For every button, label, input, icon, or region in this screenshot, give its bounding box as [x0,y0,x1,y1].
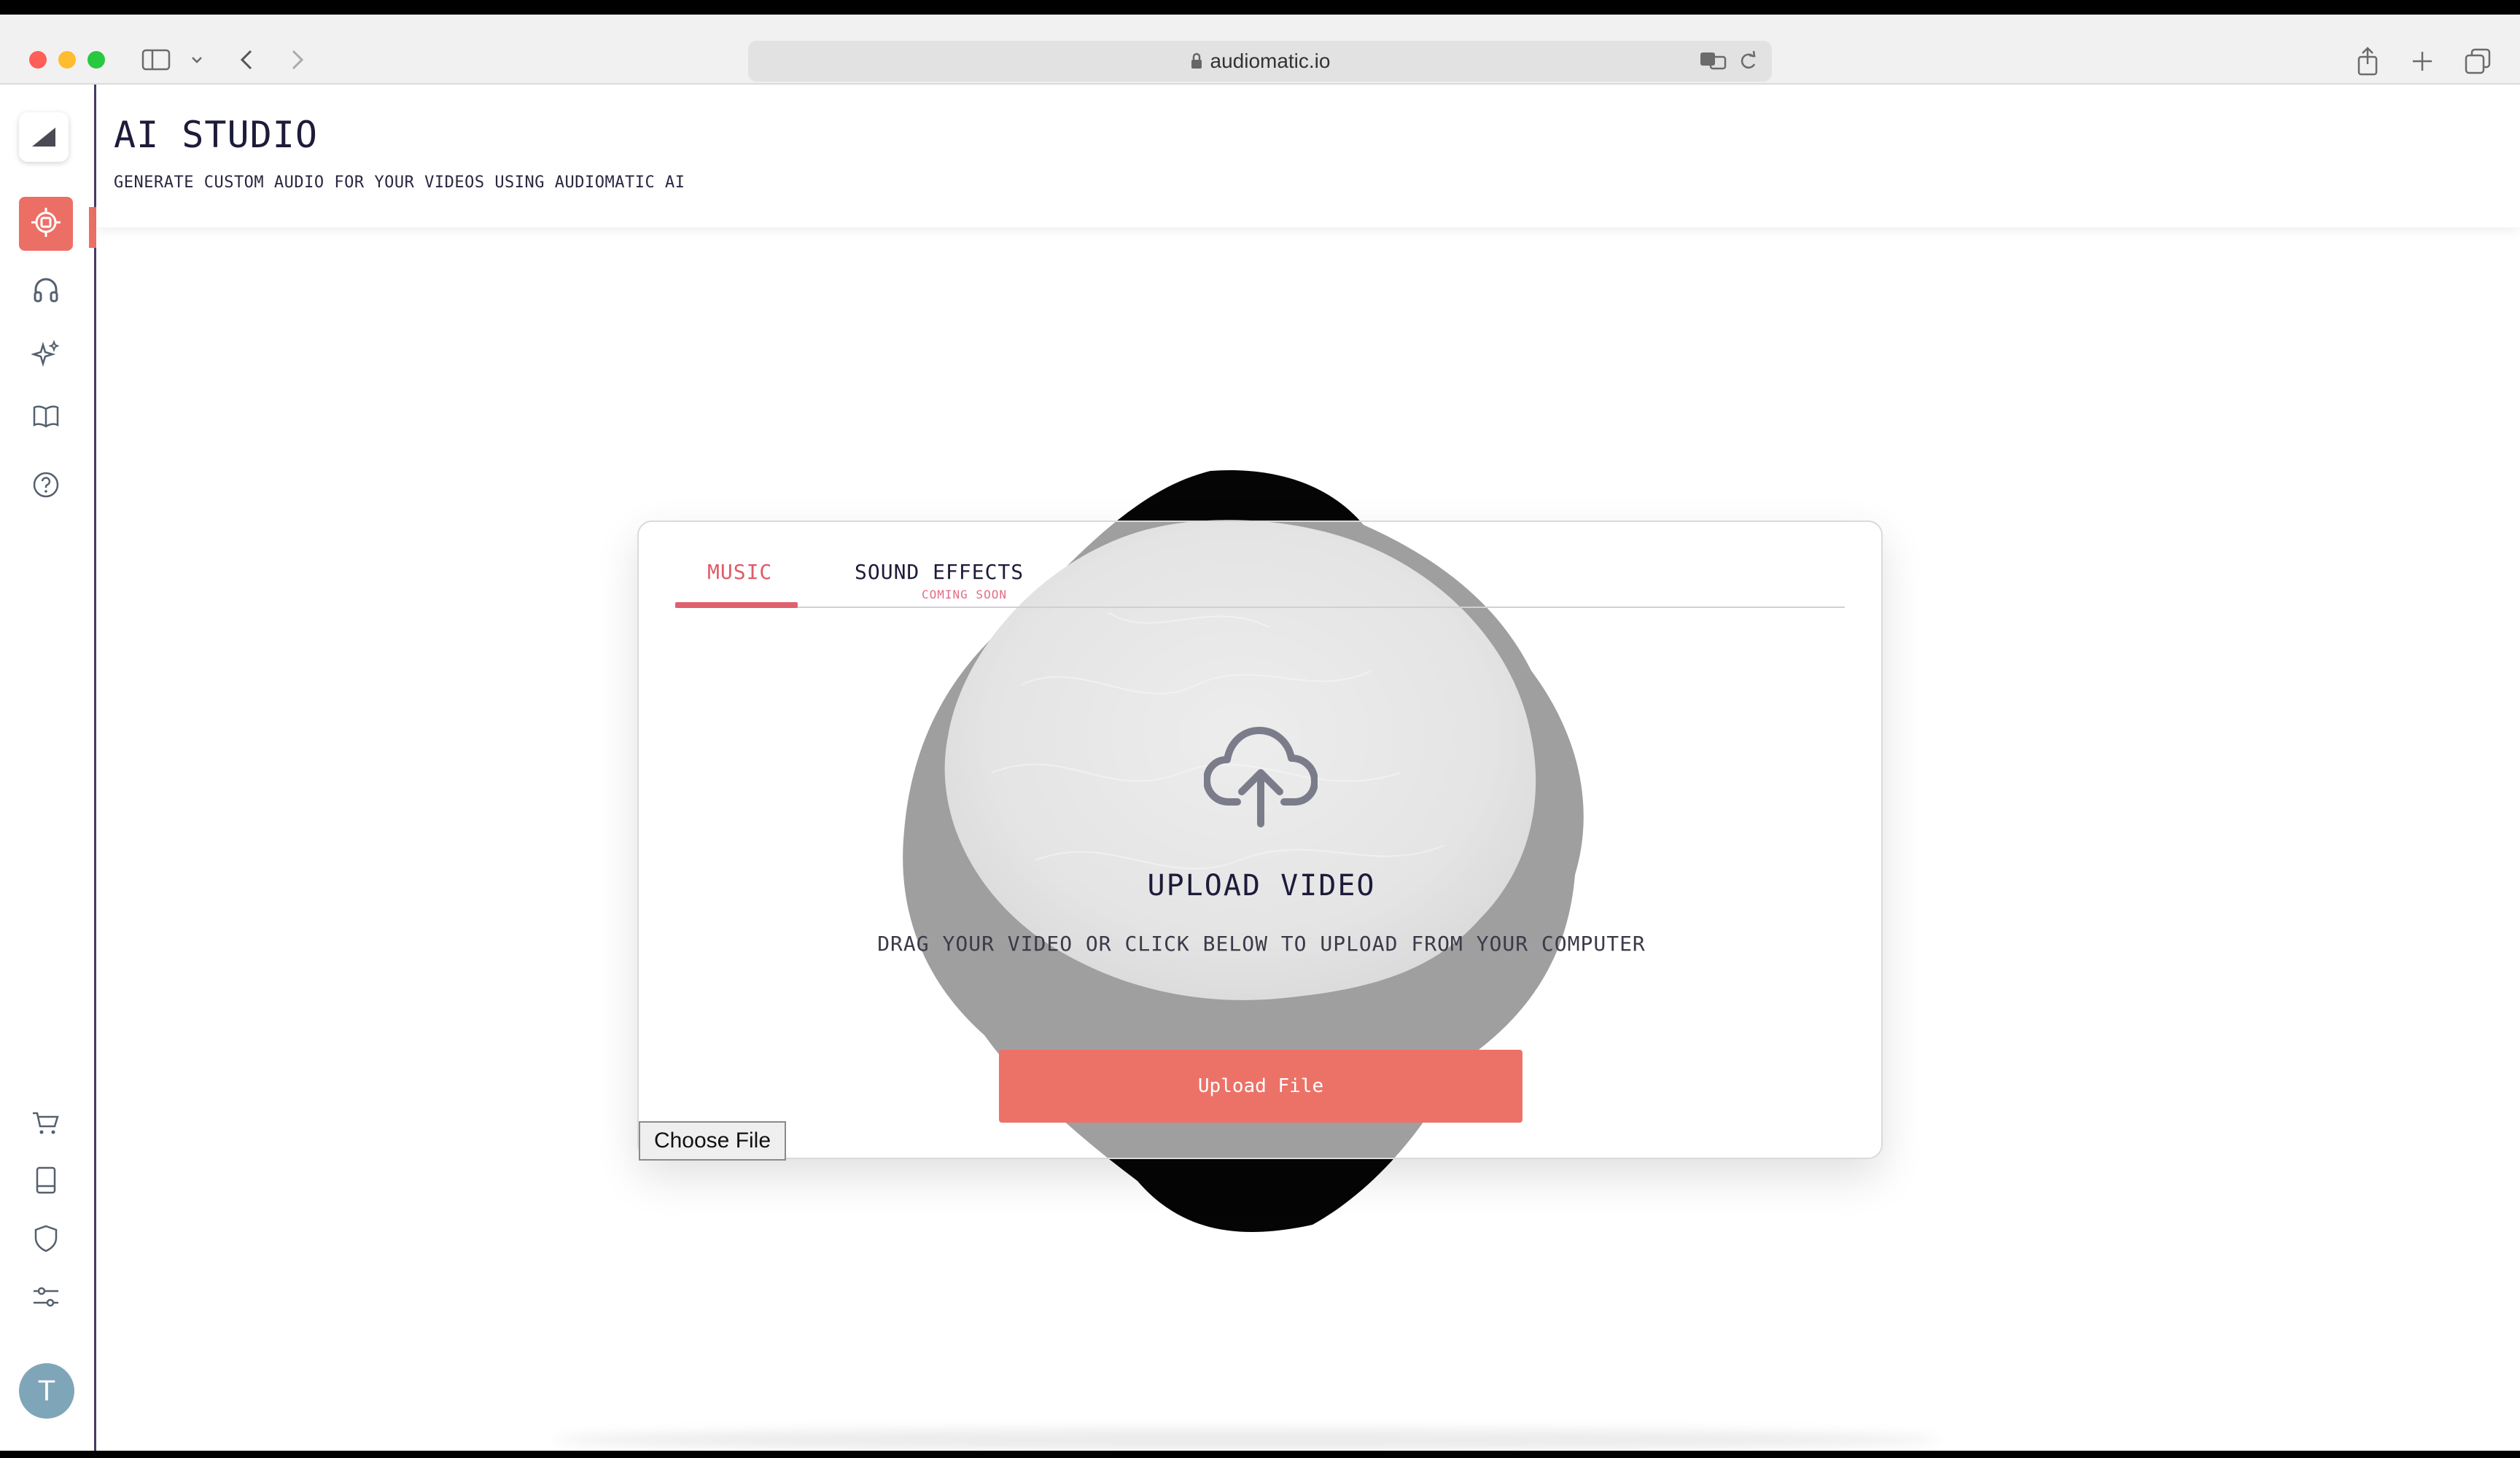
upload-file-button[interactable]: Upload File [999,1050,1522,1123]
coming-soon-badge: COMING SOON [922,588,1007,601]
sidebar-item-settings[interactable] [19,1271,73,1325]
user-avatar[interactable]: T [19,1363,74,1419]
ai-chip-icon [30,206,62,241]
tab-active-underline [675,602,798,608]
close-window-button[interactable] [29,51,47,69]
tab-overview-icon[interactable] [2465,48,2491,77]
help-icon [31,470,61,502]
os-menu-strip [0,0,2520,15]
sidebar-item-generate[interactable] [19,328,73,382]
forward-icon[interactable] [281,44,314,76]
sidebar-item-guides[interactable] [19,391,73,445]
tabs-divider [675,607,1845,608]
notebook-icon [34,1166,58,1198]
choose-file-input[interactable]: Choose File [639,1121,786,1161]
sidebar-item-privacy[interactable] [19,1213,73,1267]
book-icon [31,403,61,432]
back-icon[interactable] [230,44,262,76]
reload-icon[interactable] [1738,50,1757,77]
upload-card: MUSIC SOUND EFFECTS COMING SOON UPLOAD V… [637,521,1883,1161]
screen-bottom-edge [0,1451,2520,1458]
lock-icon [1190,52,1203,70]
page-title: AI STUDIO [114,114,318,156]
sidebar-toggle-icon[interactable] [140,44,172,76]
page-subtitle: GENERATE CUSTOM AUDIO FOR YOUR VIDEOS US… [114,174,685,192]
sliders-icon [31,1284,61,1312]
tab-sound-effects[interactable]: SOUND EFFECTS [855,560,1024,584]
browser-toolbar: audiomatic.io [0,15,2520,85]
upload-description: DRAG YOUR VIDEO OR CLICK BELOW TO UPLOAD… [877,932,1646,956]
sidebar-item-docs[interactable] [19,1155,73,1209]
zoom-window-button[interactable] [88,51,105,69]
sidebar-item-store[interactable] [19,1098,73,1152]
bottom-shadow [554,1429,1940,1451]
url-text: audiomatic.io [1210,50,1331,72]
address-bar[interactable]: audiomatic.io [748,41,1772,82]
sidebar-item-ai-studio[interactable] [19,197,73,251]
active-indicator [89,207,96,248]
share-icon[interactable] [2355,47,2380,79]
shield-icon [33,1224,59,1256]
translate-icon[interactable] [1699,50,1728,77]
cart-icon [31,1110,61,1139]
tab-music[interactable]: MUSIC [707,560,772,584]
sidebar-item-library[interactable] [19,264,73,318]
chevron-down-icon[interactable] [181,44,213,76]
sidebar: T [0,85,96,1451]
sparkles-icon [30,339,61,371]
minimize-window-button[interactable] [58,51,76,69]
new-tab-icon[interactable] [2411,50,2434,76]
page-header: AI STUDIO GENERATE CUSTOM AUDIO FOR YOUR… [96,85,2520,227]
cloud-upload-icon [1203,726,1318,831]
headphones-icon [31,275,61,307]
sidebar-item-help[interactable] [19,459,73,513]
app-logo[interactable] [19,112,69,162]
upload-title: UPLOAD VIDEO [1147,869,1376,903]
